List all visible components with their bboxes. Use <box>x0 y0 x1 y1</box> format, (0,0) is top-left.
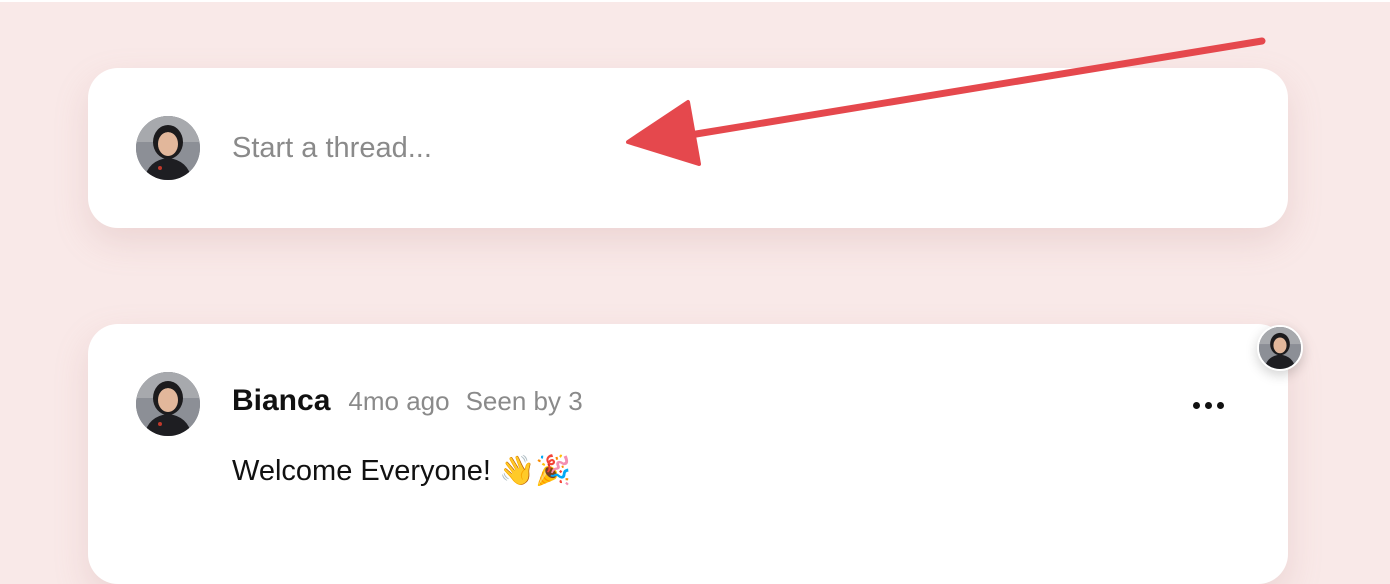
author-name[interactable]: Bianca <box>232 384 330 418</box>
thread-message: Welcome Everyone! 👋🎉 <box>232 455 572 487</box>
thread-composer <box>88 68 1288 228</box>
author-avatar[interactable] <box>136 372 200 436</box>
top-edge <box>0 0 1390 2</box>
presence-avatar[interactable] <box>1257 325 1303 371</box>
user-avatar <box>136 116 200 180</box>
timestamp: 4mo ago <box>348 386 450 416</box>
more-options-button[interactable] <box>1184 390 1232 420</box>
more-dot <box>1204 401 1212 409</box>
seen-by-count[interactable]: Seen by 3 <box>466 386 583 417</box>
start-thread-input[interactable] <box>232 123 1132 173</box>
more-horizontal-icon <box>1192 401 1200 409</box>
thread-header: Bianca 4mo ago Seen by 3 <box>232 384 583 424</box>
thread-post: Bianca 4mo ago Seen by 3 Welcome Everyon… <box>88 324 1288 584</box>
more-dot <box>1216 401 1224 409</box>
